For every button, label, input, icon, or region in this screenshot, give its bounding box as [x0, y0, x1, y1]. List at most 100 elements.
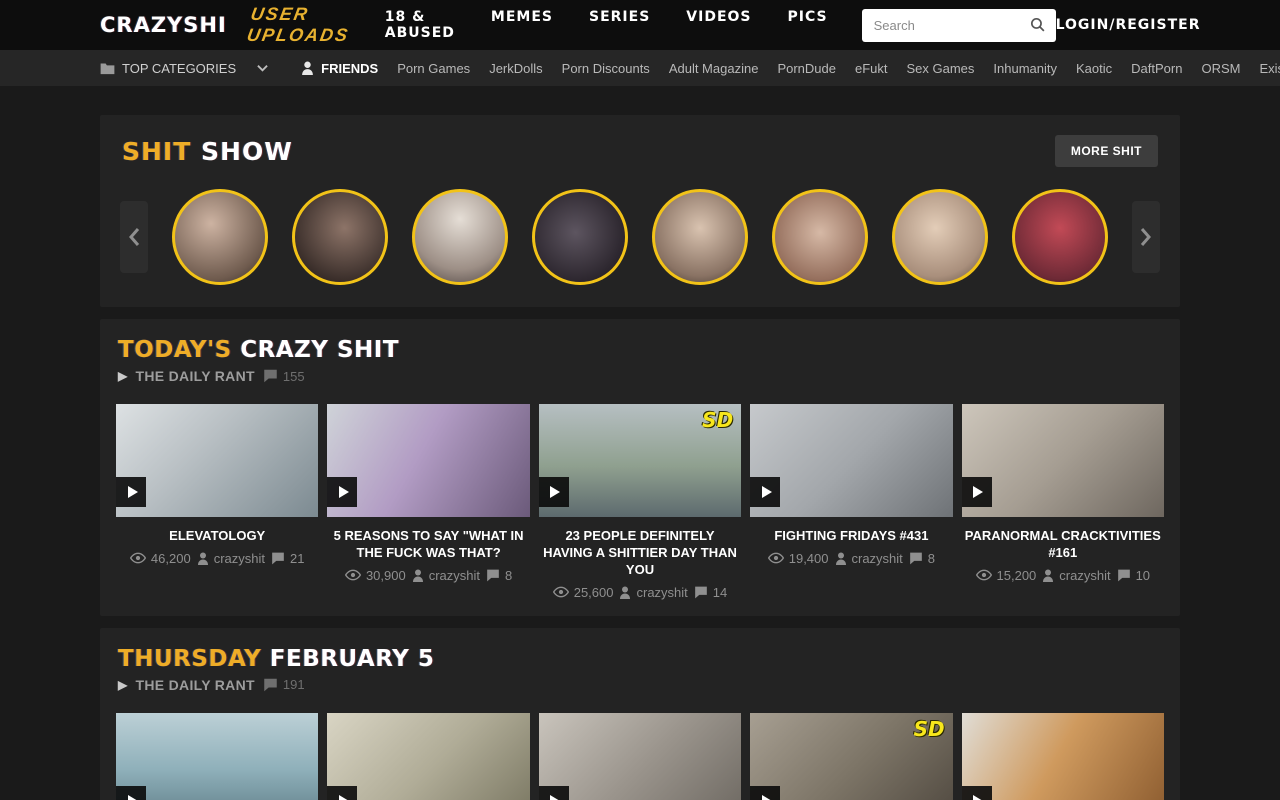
uploader-name[interactable]: crazyshit — [429, 568, 480, 583]
partner-link-porn-discounts[interactable]: Porn Discounts — [562, 61, 650, 76]
video-card[interactable] — [327, 713, 529, 800]
person-icon — [301, 61, 314, 75]
friends-link[interactable]: FRIENDS — [301, 61, 378, 76]
video-thumbnail[interactable] — [116, 404, 318, 517]
carousel-thumb[interactable] — [412, 189, 508, 285]
partner-link-orsm[interactable]: ORSM — [1201, 61, 1240, 76]
comment-icon — [486, 569, 500, 582]
uploader-icon — [619, 586, 631, 599]
partner-link-porn-games[interactable]: Porn Games — [397, 61, 470, 76]
uploader-name[interactable]: crazyshit — [636, 585, 687, 600]
partner-link-adult-magazine[interactable]: Adult Magazine — [669, 61, 759, 76]
sub-nav: TOP CATEGORIES FRIENDS Porn Games JerkDo… — [0, 50, 1280, 86]
partner-link-inhumanity[interactable]: Inhumanity — [993, 61, 1057, 76]
menu-item-memes[interactable]: MEMES — [491, 9, 553, 41]
uploader-icon — [197, 552, 209, 565]
carousel-thumb[interactable] — [292, 189, 388, 285]
search-icon — [1029, 16, 1046, 33]
site-tagline: USER UPLOADS — [245, 4, 354, 46]
play-icon — [962, 477, 992, 507]
shit-show-carousel — [116, 189, 1164, 291]
play-icon — [539, 786, 569, 800]
video-thumbnail[interactable] — [962, 404, 1164, 517]
more-shit-button[interactable]: MORE SHIT — [1055, 135, 1158, 167]
chevron-right-icon — [1140, 227, 1152, 247]
partner-link-kaotic[interactable]: Kaotic — [1076, 61, 1112, 76]
carousel-thumb[interactable] — [1012, 189, 1108, 285]
carousel-prev-button[interactable] — [120, 201, 148, 273]
video-title-link[interactable]: PARANORMAL CRACKTIVITIES #161 — [964, 528, 1162, 562]
site-logo[interactable]: CRAZYSHI — [100, 13, 227, 37]
carousel-thumb[interactable] — [532, 189, 628, 285]
carousel-thumb[interactable] — [772, 189, 868, 285]
video-card[interactable]: SD — [750, 713, 952, 800]
daily-rant-link[interactable]: ▶ THE DAILY RANT — [118, 368, 255, 384]
views-eye-icon — [553, 586, 569, 598]
menu-item-videos[interactable]: VIDEOS — [686, 9, 751, 41]
top-categories-dropdown[interactable]: TOP CATEGORIES — [100, 61, 268, 76]
partner-link-efukt[interactable]: eFukt — [855, 61, 888, 76]
play-triangle-icon: ▶ — [118, 678, 128, 692]
video-title-link[interactable]: 23 PEOPLE DEFINITELY HAVING A SHITTIER D… — [541, 528, 739, 579]
uploader-name[interactable]: crazyshit — [1059, 568, 1110, 583]
video-thumbnail[interactable]: SD — [539, 404, 741, 517]
partner-link-sex-games[interactable]: Sex Games — [907, 61, 975, 76]
carousel-thumb[interactable] — [892, 189, 988, 285]
login-register-link[interactable]: LOGIN/REGISTER — [1056, 17, 1201, 33]
video-thumbnail[interactable] — [327, 404, 529, 517]
video-stats: 46,200 crazyshit 21 — [116, 551, 318, 566]
friends-label: FRIENDS — [321, 61, 378, 76]
carousel-next-button[interactable] — [1132, 201, 1160, 273]
views-eye-icon — [130, 552, 146, 564]
carousel-thumb[interactable] — [652, 189, 748, 285]
video-title-link[interactable]: 5 REASONS TO SAY "WHAT IN THE FUCK WAS T… — [329, 528, 527, 562]
chevron-left-icon — [128, 227, 140, 247]
menu-item-pics[interactable]: PICS — [788, 9, 828, 41]
video-card[interactable]: SD 23 PEOPLE DEFINITELY HAVING A SHITTIE… — [539, 404, 741, 600]
partner-link-jerkdolls[interactable]: JerkDolls — [489, 61, 542, 76]
main-menu: 18 & ABUSED MEMES SERIES VIDEOS PICS — [385, 9, 828, 41]
carousel-thumb[interactable] — [172, 189, 268, 285]
play-icon — [116, 786, 146, 800]
video-thumbnail[interactable] — [750, 404, 952, 517]
daily-rant-link[interactable]: ▶ THE DAILY RANT — [118, 677, 255, 693]
video-card[interactable]: PARANORMAL CRACKTIVITIES #161 15,200 cra… — [962, 404, 1164, 600]
play-icon — [327, 786, 357, 800]
video-thumbnail[interactable] — [539, 713, 741, 800]
video-card[interactable]: ELEVATOLOGY 46,200 crazyshit 21 — [116, 404, 318, 600]
partner-link-daftporn[interactable]: DaftPorn — [1131, 61, 1182, 76]
video-card[interactable]: FIGHTING FRIDAYS #431 19,400 crazyshit 8 — [750, 404, 952, 600]
top-bar: CRAZYSHI USER UPLOADS 18 & ABUSED MEMES … — [0, 0, 1280, 50]
uploader-icon — [835, 552, 847, 565]
video-card[interactable] — [116, 713, 318, 800]
video-title-link[interactable]: ELEVATOLOGY — [118, 528, 316, 545]
video-thumbnail[interactable]: SD — [750, 713, 952, 800]
menu-item-series[interactable]: SERIES — [589, 9, 650, 41]
comment-icon — [271, 552, 285, 565]
comment-icon — [263, 678, 278, 692]
uploader-name[interactable]: crazyshit — [852, 551, 903, 566]
rant-comment-count: 155 — [263, 369, 305, 384]
menu-item-18-abused[interactable]: 18 & ABUSED — [385, 9, 455, 41]
play-icon — [327, 477, 357, 507]
video-stats: 15,200 crazyshit 10 — [962, 568, 1164, 583]
video-thumbnail[interactable] — [327, 713, 529, 800]
todays-section: TODAY'S CRAZY SHIT ▶ THE DAILY RANT 155 … — [100, 319, 1180, 616]
section-title: TODAY'S CRAZY SHIT — [116, 335, 1164, 363]
uploader-name[interactable]: crazyshit — [214, 551, 265, 566]
partner-link-porndude[interactable]: PornDude — [777, 61, 836, 76]
play-icon — [116, 477, 146, 507]
partner-link-existenz[interactable]: Existenz — [1259, 61, 1280, 76]
video-card[interactable] — [962, 713, 1164, 800]
video-title-link[interactable]: FIGHTING FRIDAYS #431 — [752, 528, 950, 545]
sd-quality-badge: SD — [914, 717, 945, 741]
video-stats: 30,900 crazyshit 8 — [327, 568, 529, 583]
section-title: THURSDAY FEBRUARY 5 — [116, 644, 1164, 672]
video-card[interactable]: 5 REASONS TO SAY "WHAT IN THE FUCK WAS T… — [327, 404, 529, 600]
video-card[interactable] — [539, 713, 741, 800]
video-thumbnail[interactable] — [962, 713, 1164, 800]
uploader-icon — [1042, 569, 1054, 582]
top-categories-label: TOP CATEGORIES — [122, 61, 236, 76]
search-submit-button[interactable] — [1026, 14, 1050, 38]
video-thumbnail[interactable] — [116, 713, 318, 800]
